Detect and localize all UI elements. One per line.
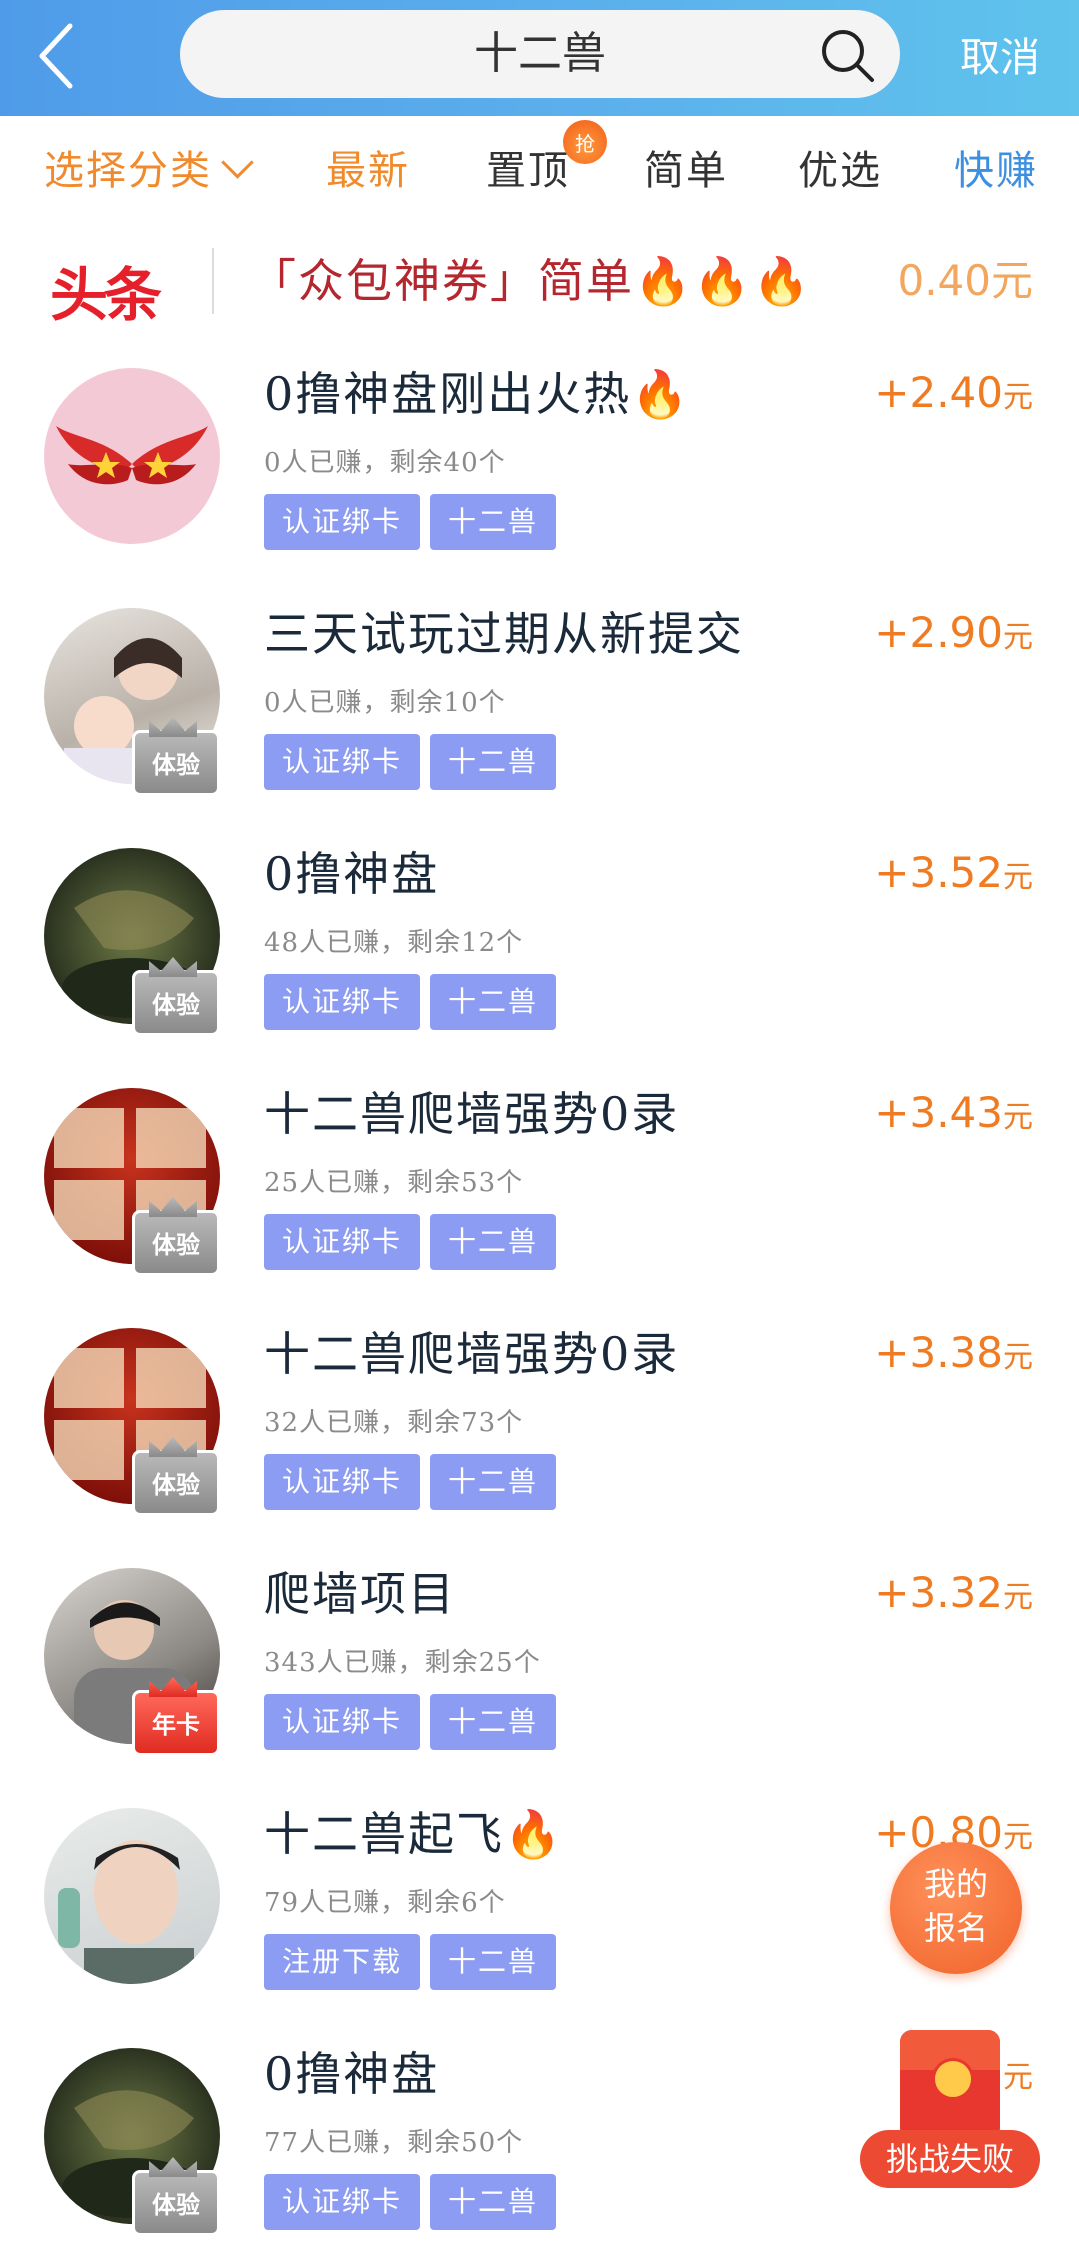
red-packet-icon bbox=[900, 2030, 1000, 2140]
annual-card-badge: 年卡 bbox=[132, 1690, 220, 1756]
tag: 十二兽 bbox=[430, 1934, 557, 1990]
task-reward: +2.90元 bbox=[874, 608, 1033, 657]
tag: 注册下载 bbox=[264, 1934, 421, 1990]
tag-group: 认证绑卡 十二兽 bbox=[264, 2174, 566, 2230]
cancel-button[interactable]: 取消 bbox=[960, 0, 1040, 116]
headline-price: 0.40元 bbox=[897, 256, 1033, 305]
pinned-hot-badge: 抢 bbox=[563, 120, 607, 164]
list-item[interactable]: 体验 三天试玩过期从新提交 0人已赚，剩余10个 认证绑卡 十二兽 +2.90元 bbox=[0, 580, 1079, 820]
top-bar: 十二兽 取消 bbox=[0, 0, 1079, 116]
challenge-button[interactable]: 挑战失败 bbox=[860, 2030, 1040, 2190]
task-reward: +3.52元 bbox=[874, 848, 1033, 897]
filter-bar: 选择分类 最新 置顶 简单 优选 快赚 bbox=[0, 116, 1079, 226]
tag: 十二兽 bbox=[430, 494, 557, 550]
back-icon[interactable] bbox=[30, 16, 100, 96]
list-item[interactable]: 体验 0撸神盘 48人已赚，剩余12个 认证绑卡 十二兽 +3.52元 bbox=[0, 820, 1079, 1060]
task-stats: 343人已赚，剩余25个 bbox=[264, 1648, 541, 1678]
task-title: 0撸神盘 bbox=[264, 2047, 440, 2101]
task-stats: 32人已赚，剩余73个 bbox=[264, 1408, 524, 1438]
tag: 认证绑卡 bbox=[264, 1694, 421, 1750]
tag: 十二兽 bbox=[430, 2174, 557, 2230]
task-reward: +3.43元 bbox=[874, 1088, 1033, 1137]
tag-group: 认证绑卡 十二兽 bbox=[264, 974, 566, 1030]
experience-badge: 体验 bbox=[132, 1450, 220, 1516]
list-item[interactable]: 体验 十二兽爬墙强势0录 25人已赚，剩余53个 认证绑卡 十二兽 +3.43元 bbox=[0, 1060, 1079, 1300]
search-value[interactable]: 十二兽 bbox=[180, 10, 900, 98]
experience-badge: 体验 bbox=[132, 1210, 220, 1276]
experience-badge: 体验 bbox=[132, 730, 220, 796]
task-list: 0撸神盘刚出火热🔥 0人已赚，剩余40个 认证绑卡 十二兽 +2.40元 体验 三… bbox=[0, 340, 1079, 2260]
task-title: 三天试玩过期从新提交 bbox=[264, 607, 744, 661]
divider bbox=[212, 248, 214, 314]
tag: 认证绑卡 bbox=[264, 974, 421, 1030]
tag-group: 认证绑卡 十二兽 bbox=[264, 1454, 566, 1510]
list-item[interactable]: 年卡 爬墙项目 343人已赚，剩余25个 认证绑卡 十二兽 +3.32元 bbox=[0, 1540, 1079, 1780]
task-title: 爬墙项目 bbox=[264, 1567, 456, 1621]
tag-group: 注册下载 十二兽 bbox=[264, 1934, 566, 1990]
list-item[interactable]: 0撸神盘刚出火热🔥 0人已赚，剩余40个 认证绑卡 十二兽 +2.40元 bbox=[0, 340, 1079, 580]
task-stats: 77人已赚，剩余50个 bbox=[264, 2128, 524, 2158]
avatar bbox=[44, 368, 220, 544]
tag: 十二兽 bbox=[430, 1454, 557, 1510]
task-stats: 0人已赚，剩余40个 bbox=[264, 448, 506, 478]
headline-text[interactable]: 「众包神券」简单🔥🔥🔥 bbox=[250, 226, 812, 336]
filter-quick-earn[interactable]: 快赚 bbox=[954, 116, 1038, 226]
task-stats: 0人已赚，剩余10个 bbox=[264, 688, 506, 718]
filter-preferred[interactable]: 优选 bbox=[798, 116, 882, 226]
tag: 认证绑卡 bbox=[264, 1214, 421, 1270]
tag: 十二兽 bbox=[430, 974, 557, 1030]
signup-label-2: 报名 bbox=[923, 1909, 988, 1947]
task-title: 十二兽爬墙强势0录 bbox=[264, 1087, 680, 1141]
challenge-label: 挑战失败 bbox=[860, 2130, 1040, 2188]
task-title: 0撸神盘 bbox=[264, 847, 440, 901]
filter-pinned[interactable]: 置顶 bbox=[486, 116, 570, 226]
task-stats: 25人已赚，剩余53个 bbox=[264, 1168, 524, 1198]
task-title: 十二兽爬墙强势0录 bbox=[264, 1327, 680, 1381]
category-dropdown[interactable]: 选择分类 bbox=[44, 116, 254, 226]
tag-group: 认证绑卡 十二兽 bbox=[264, 1694, 566, 1750]
tag: 认证绑卡 bbox=[264, 494, 421, 550]
avatar bbox=[44, 1808, 220, 1984]
experience-badge: 体验 bbox=[132, 2170, 220, 2236]
my-signups-button[interactable]: 我的 报名 bbox=[890, 1842, 1022, 1974]
signup-label-1: 我的 bbox=[923, 1865, 988, 1903]
task-title: 十二兽起飞🔥 bbox=[264, 1807, 564, 1861]
headline-banner[interactable]: 头条 「众包神券」简单🔥🔥🔥 0.40元 bbox=[0, 226, 1079, 336]
task-reward: +3.38元 bbox=[874, 1328, 1033, 1377]
experience-badge: 体验 bbox=[132, 970, 220, 1036]
category-label: 选择分类 bbox=[44, 148, 212, 194]
tag-group: 认证绑卡 十二兽 bbox=[264, 494, 566, 550]
task-reward: +3.32元 bbox=[874, 1568, 1033, 1617]
list-item[interactable]: 体验 十二兽爬墙强势0录 32人已赚，剩余73个 认证绑卡 十二兽 +3.38元 bbox=[0, 1300, 1079, 1540]
tag: 认证绑卡 bbox=[264, 1454, 421, 1510]
search-icon[interactable] bbox=[818, 26, 878, 86]
task-stats: 79人已赚，剩余6个 bbox=[264, 1888, 506, 1918]
tag-group: 认证绑卡 十二兽 bbox=[264, 1214, 566, 1270]
task-reward: +2.40元 bbox=[874, 368, 1033, 417]
tag-group: 认证绑卡 十二兽 bbox=[264, 734, 566, 790]
tag: 认证绑卡 bbox=[264, 734, 421, 790]
search-input[interactable]: 十二兽 bbox=[180, 10, 900, 98]
filter-simple[interactable]: 简单 bbox=[644, 116, 728, 226]
filter-latest[interactable]: 最新 bbox=[326, 116, 410, 226]
tag: 十二兽 bbox=[430, 1694, 557, 1750]
tag: 认证绑卡 bbox=[264, 2174, 421, 2230]
headline-logo: 头条 bbox=[50, 261, 162, 329]
chevron-down-icon bbox=[221, 146, 254, 179]
tag: 十二兽 bbox=[430, 734, 557, 790]
tag: 十二兽 bbox=[430, 1214, 557, 1270]
task-title: 0撸神盘刚出火热🔥 bbox=[264, 367, 691, 421]
task-stats: 48人已赚，剩余12个 bbox=[264, 928, 524, 958]
